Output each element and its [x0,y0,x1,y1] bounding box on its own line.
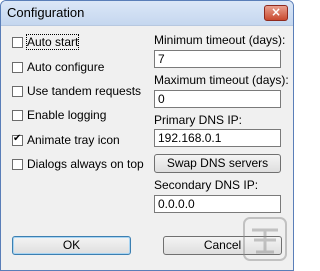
min-timeout-label: Minimum timeout (days): [154,33,286,47]
primary-dns-input[interactable]: 192.168.0.1 [154,129,281,147]
site-logo-icon [243,217,287,261]
checkbox-enable-logging[interactable]: Enable logging [12,107,106,123]
swap-dns-servers-button[interactable]: Swap DNS servers [154,154,281,173]
checkbox-box[interactable] [12,109,23,121]
configuration-dialog: Configuration × Auto start Auto configur… [0,0,294,271]
checkbox-label: Dialogs always on top [27,157,144,171]
close-icon: × [270,5,282,19]
primary-dns-label: Primary DNS IP: [154,113,243,127]
checkbox-box[interactable] [12,133,23,146]
checkbox-use-tandem-requests[interactable]: Use tandem requests [12,83,141,99]
checkbox-box[interactable] [12,158,23,170]
checkbox-label: Use tandem requests [27,84,142,98]
checkbox-box[interactable] [12,85,23,97]
secondary-dns-label: Secondary DNS IP: [154,178,259,192]
max-timeout-label: Maximum timeout (days): [154,73,289,87]
checkbox-label: Auto configure [27,60,105,74]
close-button[interactable]: × [264,5,288,21]
checkbox-label: Animate tray icon [27,133,120,147]
checkbox-animate-tray-icon[interactable]: Animate tray icon [12,132,120,148]
checkbox-label: Auto start [25,34,80,50]
checkbox-label: Enable logging [27,108,107,122]
secondary-dns-input[interactable]: 0.0.0.0 [154,195,281,213]
checkbox-box[interactable] [12,61,23,73]
checkbox-dialogs-always-on-top[interactable]: Dialogs always on top [12,156,144,172]
checkbox-auto-start[interactable]: Auto start [12,34,80,50]
checkbox-auto-configure[interactable]: Auto configure [12,59,104,75]
min-timeout-input[interactable]: 7 [154,50,281,68]
ok-button[interactable]: OK [12,236,131,255]
title-bar: Configuration × [1,1,293,26]
max-timeout-input[interactable]: 0 [154,90,281,108]
checkbox-box[interactable] [12,36,23,48]
window-title: Configuration [7,5,85,20]
